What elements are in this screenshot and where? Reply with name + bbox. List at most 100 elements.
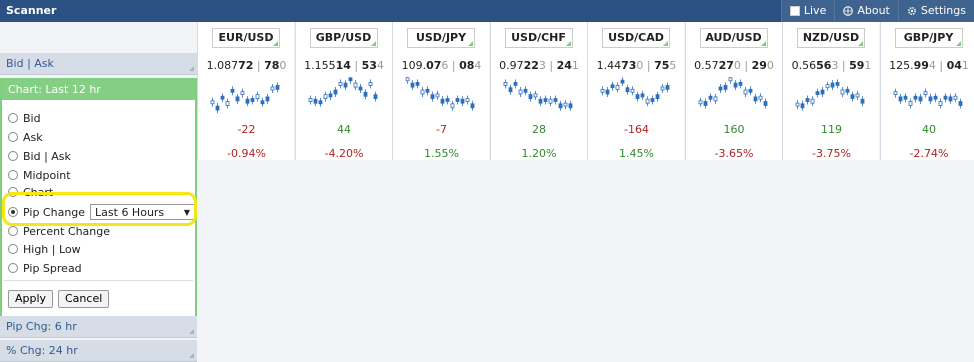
pair-selector[interactable]: EUR/USD [212, 28, 280, 48]
candle-body [215, 105, 220, 111]
candle-body [605, 89, 610, 95]
candle-body [918, 96, 922, 102]
bid-ask-price: 0.57270 | 290 [686, 59, 783, 72]
ask-price-fraction: 1 [571, 59, 579, 72]
radio-ask[interactable] [8, 132, 18, 142]
candle-body [913, 95, 917, 100]
bid-ask-price: 1.08772 | 780 [198, 59, 295, 72]
candle-body [260, 100, 265, 105]
pair-selector[interactable]: USD/JPY [407, 28, 475, 48]
candle-body [430, 94, 435, 100]
candle-body [230, 88, 235, 93]
bid-ask-price: 1.44730 | 755 [588, 59, 685, 72]
candle-body [368, 82, 372, 86]
candle-body [538, 98, 542, 104]
option-high-low[interactable]: High | Low [8, 241, 81, 257]
option-chart[interactable]: Chart [8, 184, 53, 200]
candle-body [328, 93, 332, 98]
option-pip-spread[interactable]: Pip Spread [8, 260, 82, 276]
option-ask[interactable]: Ask [8, 129, 43, 145]
option-bid-ask[interactable]: Bid | Ask [8, 148, 71, 164]
bid-price-fraction: 4 [928, 59, 936, 72]
option-midpoint[interactable]: Midpoint [8, 167, 71, 183]
pair-column-nzd-usd: NZD/USD 0.56563 | 591 119 -3.75% [782, 22, 879, 160]
candle-body [835, 82, 840, 86]
candle-body [455, 98, 460, 102]
radio-high-low[interactable] [8, 244, 18, 254]
bid-ask-price: 1.15514 | 534 [296, 59, 393, 72]
price-separator: | [935, 59, 947, 72]
candle-body [903, 95, 907, 100]
radio-midpoint[interactable] [8, 170, 18, 180]
candle-body [703, 101, 707, 106]
pct-chg-label: % Chg: 24 hr [6, 344, 78, 357]
candle-body [805, 98, 810, 102]
bid-price-major: 1.155 [304, 59, 336, 72]
candle-body [625, 87, 630, 93]
sidebar-section-pct-chg[interactable]: % Chg: 24 hr [0, 340, 197, 362]
pair-selector[interactable]: USD/CHF [504, 28, 573, 48]
pip-change-period-value: Last 6 Hours [95, 205, 165, 219]
ask-price-fraction: 0 [766, 59, 774, 72]
option-bid[interactable]: Bid [8, 110, 41, 126]
dropdown-arrow-icon: ▼ [183, 207, 190, 217]
ask-price-fraction: 0 [279, 59, 287, 72]
candle-body [518, 89, 522, 95]
candle-body [348, 77, 352, 82]
bid-ask-price: 109.076 | 084 [393, 59, 490, 72]
radio-bid-ask[interactable] [8, 151, 18, 161]
pair-selector[interactable]: AUD/USD [699, 28, 768, 48]
chart-panel-header[interactable]: Chart: Last 12 hr [2, 80, 195, 100]
radio-percent-change[interactable] [8, 226, 18, 236]
candle-body [908, 101, 912, 106]
pip-change-value: 119 [821, 123, 842, 136]
sparkline-chart [600, 77, 670, 107]
cancel-button[interactable]: Cancel [58, 290, 110, 308]
candle-body [800, 103, 805, 109]
pip-change-period-select[interactable]: Last 6 Hours ▼ [90, 204, 195, 220]
option-percent-change[interactable]: Percent Change [8, 223, 110, 239]
price-separator: | [643, 59, 655, 72]
option-pip-change[interactable]: Pip Change Last 6 Hours ▼ [8, 204, 195, 220]
app-title: Scanner [6, 4, 57, 17]
radio-chart[interactable] [8, 187, 18, 197]
candle-body [953, 95, 957, 100]
radio-bid[interactable] [8, 113, 18, 123]
radio-pip-spread[interactable] [8, 263, 18, 273]
radio-pip-change[interactable] [8, 207, 18, 217]
ask-price-fraction: 1 [864, 59, 872, 72]
sidebar: Bid | Ask Chart: Last 12 hr Bid Ask Bid … [0, 22, 197, 362]
pip-change-value: 28 [532, 123, 546, 136]
checkbox-icon [789, 6, 800, 16]
option-chart-label: Chart [23, 185, 54, 199]
candle-body [610, 84, 615, 89]
candle-body [528, 94, 532, 100]
pair-selector[interactable]: NZD/USD [797, 28, 865, 48]
settings-button[interactable]: Settings [897, 0, 974, 22]
bid-price-fraction: 3 [538, 59, 546, 72]
sidebar-section-pip-chg[interactable]: Pip Chg: 6 hr [0, 316, 197, 338]
candle-body [893, 91, 897, 96]
option-midpoint-label: Midpoint [23, 168, 71, 182]
ask-price-fraction: 4 [474, 59, 482, 72]
live-button[interactable]: Live [780, 0, 835, 22]
price-separator: | [838, 59, 850, 72]
sidebar-section-bid-ask[interactable]: Bid | Ask [0, 53, 197, 75]
apply-button[interactable]: Apply [8, 290, 54, 308]
candle-body [543, 98, 547, 102]
about-button[interactable]: About [834, 0, 898, 22]
ask-price-fraction: 4 [376, 59, 384, 72]
candle-body [655, 94, 660, 100]
pair-selector[interactable]: USD/CAD [602, 28, 670, 48]
pair-selector[interactable]: GBP/USD [309, 28, 378, 48]
live-label: Live [803, 4, 827, 17]
pair-column-usd-chf: USD/CHF 0.97223 | 241 28 1.20% [489, 22, 587, 160]
percent-change-value: 1.45% [619, 147, 654, 160]
candle-body [615, 84, 620, 90]
option-ask-label: Ask [23, 130, 43, 144]
bid-price-major: 0.56 [791, 59, 817, 72]
pair-selector[interactable]: GBP/JPY [894, 28, 963, 48]
sparkline-chart [503, 79, 572, 111]
candle-body [860, 98, 865, 104]
bid-price-pips: 27 [718, 59, 734, 72]
